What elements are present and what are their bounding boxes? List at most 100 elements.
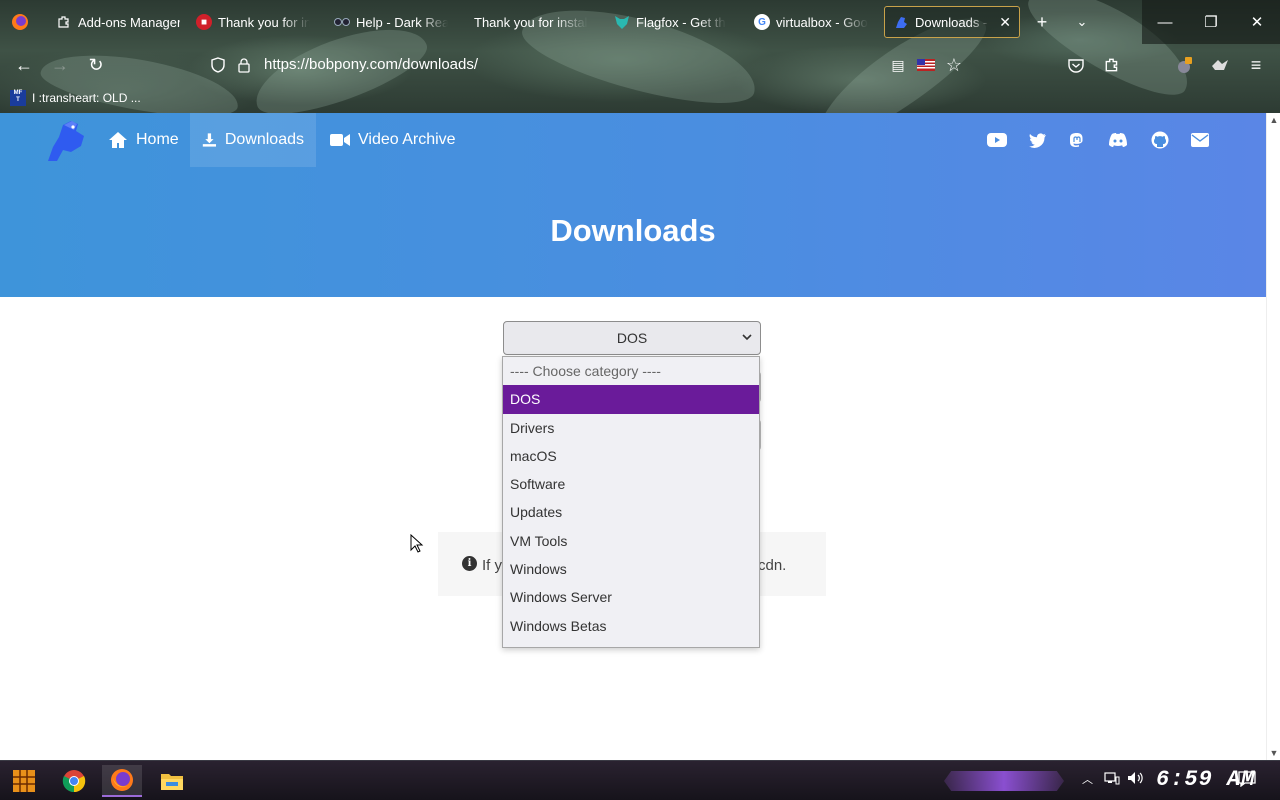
home-icon — [109, 132, 127, 148]
firefox-menu-icon[interactable] — [6, 8, 34, 36]
option-macos[interactable]: macOS — [503, 442, 759, 470]
scroll-up-icon[interactable]: ▲ — [1267, 113, 1280, 127]
taskbar: ︿ 6:59 AM — [0, 760, 1280, 800]
twitter-icon[interactable] — [1028, 130, 1048, 150]
discord-icon[interactable] — [1108, 130, 1128, 150]
download-icon — [202, 133, 217, 147]
volume-icon[interactable] — [1127, 771, 1145, 788]
tab-thank-you-1[interactable]: ■ Thank you for ins — [188, 6, 318, 38]
option-vm-tools[interactable]: VM Tools — [503, 527, 759, 555]
forward-icon[interactable]: → — [46, 51, 74, 79]
glasses-icon — [334, 14, 350, 30]
tab-dark-reader-help[interactable]: Help - Dark Read — [326, 6, 456, 38]
option-updates[interactable]: Updates — [503, 498, 759, 526]
tab-thank-you-2[interactable]: Thank you for install — [466, 6, 596, 38]
taskbar-decoration — [944, 771, 1064, 791]
scroll-down-icon[interactable]: ▼ — [1267, 746, 1280, 760]
browser-chrome: Add-ons Manager ■ Thank you for ins Help… — [0, 0, 1280, 113]
nav-downloads[interactable]: Downloads — [190, 113, 316, 167]
tab-title: Downloads - Bo — [915, 14, 991, 30]
google-icon: G — [754, 14, 770, 30]
shield-icon: ■ — [196, 14, 212, 30]
tab-title: Add-ons Manager — [78, 14, 180, 30]
restore-icon[interactable]: ❐ — [1188, 0, 1234, 44]
nav-home[interactable]: Home — [96, 113, 191, 167]
lock-icon[interactable] — [230, 51, 258, 79]
close-window-icon[interactable]: ✕ — [1234, 0, 1280, 44]
site-navbar: Home Downloads Video Archive — [0, 113, 1266, 167]
tab-title: Help - Dark Read — [356, 14, 448, 30]
chrome-taskbar-icon[interactable] — [54, 765, 94, 797]
option-windows-server[interactable]: Windows Server — [503, 583, 759, 611]
tab-title: virtualbox - Goo — [776, 14, 868, 30]
nav-downloads-label: Downloads — [224, 131, 304, 148]
page-header: Home Downloads Video Archive Downloads — [0, 113, 1266, 297]
tracking-shield-icon[interactable] — [204, 51, 232, 79]
chevron-down-icon — [742, 332, 752, 344]
app-menu-icon[interactable]: ≡ — [1242, 51, 1270, 79]
new-tab-icon[interactable]: + — [1028, 8, 1056, 36]
mouse-cursor-icon — [410, 534, 424, 553]
reader-view-icon[interactable]: ▤ — [884, 51, 912, 79]
tab-virtualbox-google[interactable]: G virtualbox - Goo — [746, 6, 876, 38]
nav-video-archive[interactable]: Video Archive — [318, 113, 468, 167]
tab-addons-manager[interactable]: Add-ons Manager — [48, 6, 188, 38]
pocket-icon[interactable] — [1062, 51, 1090, 79]
extensions-puzzle-icon[interactable] — [1098, 51, 1126, 79]
bookmark-star-icon[interactable]: ☆ — [940, 51, 968, 79]
list-tabs-chevron-icon[interactable]: ⌄ — [1068, 8, 1096, 36]
option-dos[interactable]: DOS — [503, 385, 759, 414]
info-icon: i — [462, 556, 477, 571]
bookmark-item[interactable]: MF T I :transheart: OLD ... — [10, 90, 141, 106]
navigation-toolbar: ← → ↻ https://bobpony.com/downloads/ ▤ ☆ — [0, 44, 1280, 86]
email-icon[interactable] — [1190, 130, 1210, 150]
notifications-icon[interactable] — [1238, 771, 1256, 790]
flag-us-icon[interactable] — [912, 51, 940, 79]
bookmark-favicon-icon: MF T — [10, 90, 26, 106]
tab-flagfox[interactable]: Flagfox - Get th — [606, 6, 736, 38]
mastodon-icon[interactable] — [1067, 130, 1087, 150]
web-page: Home Downloads Video Archive Downloads i… — [0, 113, 1266, 760]
tray-overflow-icon[interactable]: ︿ — [1082, 771, 1093, 787]
option-choose-category[interactable]: ---- Choose category ---- — [503, 357, 759, 385]
nav-home-label: Home — [136, 131, 179, 148]
github-icon[interactable] — [1150, 130, 1170, 150]
page-scrollbar[interactable]: ▲ ▼ — [1266, 113, 1280, 760]
extension-alert-icon[interactable] — [1170, 51, 1198, 79]
nav-video-archive-label: Video Archive — [358, 131, 456, 148]
category-select[interactable]: DOS — [503, 321, 761, 355]
youtube-icon[interactable] — [987, 130, 1007, 150]
window-controls: — ❐ ✕ — [1142, 0, 1280, 44]
file-explorer-icon[interactable] — [152, 765, 192, 797]
tab-title: Thank you for install — [474, 14, 588, 30]
bookmarks-toolbar: MF T I :transheart: OLD ... — [0, 86, 1280, 112]
minimize-icon[interactable]: — — [1142, 0, 1188, 44]
tab-strip: Add-ons Manager ■ Thank you for ins Help… — [0, 0, 1280, 44]
category-select-value: DOS — [616, 330, 648, 346]
category-dropdown-list: ---- Choose category ---- DOS Drivers ma… — [502, 356, 760, 648]
bobpony-logo[interactable] — [42, 117, 90, 165]
back-icon[interactable]: ← — [10, 51, 38, 79]
bookmark-label: I :transheart: OLD ... — [32, 91, 141, 105]
info-text-end: cdn. — [758, 557, 787, 574]
puzzle-icon — [56, 14, 72, 30]
bobpony-icon — [893, 14, 909, 30]
option-software[interactable]: Software — [503, 470, 759, 498]
dark-reader-icon[interactable] — [1206, 51, 1234, 79]
video-camera-icon — [330, 134, 350, 146]
tab-downloads-bobpony[interactable]: Downloads - Bo ✕ — [884, 6, 1020, 38]
option-windows-betas[interactable]: Windows Betas — [503, 612, 759, 640]
start-button-icon[interactable] — [4, 765, 44, 797]
close-tab-icon[interactable]: ✕ — [999, 14, 1011, 31]
option-windows[interactable]: Windows — [503, 555, 759, 583]
network-icon[interactable] — [1104, 771, 1120, 788]
page-title: Downloads — [550, 213, 716, 248]
option-drivers[interactable]: Drivers — [503, 414, 759, 442]
firefox-taskbar-icon[interactable] — [102, 765, 142, 797]
info-text-start: If y — [482, 557, 503, 574]
tab-title: Flagfox - Get th — [636, 14, 726, 30]
reload-icon[interactable]: ↻ — [82, 51, 110, 79]
flagfox-icon — [614, 14, 630, 30]
url-bar[interactable]: https://bobpony.com/downloads/ — [264, 56, 478, 73]
tab-title: Thank you for ins — [218, 14, 310, 30]
